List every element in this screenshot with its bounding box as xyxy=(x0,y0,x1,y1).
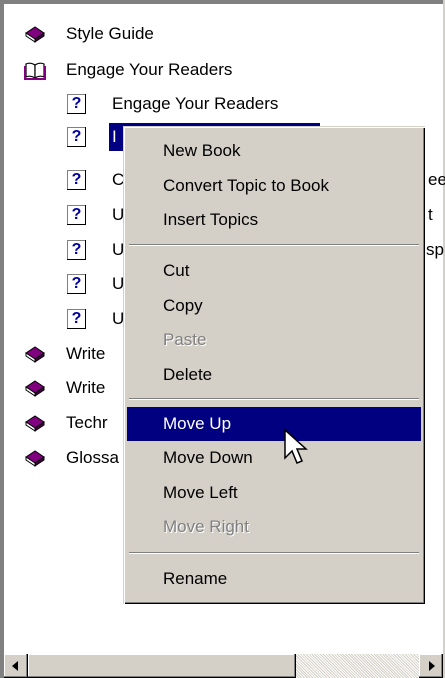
closed-book-icon xyxy=(25,415,45,432)
pane-border-top xyxy=(0,0,445,4)
menu-item-label: Paste xyxy=(163,330,207,349)
help-topic-icon: ? xyxy=(66,169,86,190)
scroll-right-button[interactable] xyxy=(419,654,443,678)
menu-item-move-left[interactable]: Move Left xyxy=(127,476,421,510)
menu-item-cut[interactable]: Cut xyxy=(127,254,421,288)
context-menu: New Book Convert Topic to Book Insert To… xyxy=(123,126,425,604)
tree-item-engage-your-readers-book[interactable]: Engage Your Readers xyxy=(24,56,424,84)
tree-item-engage-your-readers-topic[interactable]: ? Engage Your Readers xyxy=(66,90,426,118)
tree-item-label-peek: sp xyxy=(426,240,444,259)
menu-separator xyxy=(129,398,419,400)
help-topic-icon: ? xyxy=(66,204,86,225)
menu-item-label: Delete xyxy=(163,365,213,384)
menu-item-label: New Book xyxy=(163,141,241,160)
menu-item-move-right: Move Right xyxy=(127,510,421,544)
menu-item-label: Insert Topics xyxy=(163,210,259,229)
menu-item-label: Convert Topic to Book xyxy=(163,176,329,195)
arrow-left-icon xyxy=(12,661,18,671)
menu-item-move-down[interactable]: Move Down xyxy=(127,441,421,475)
topic-tree-pane: Style Guide Engage Your Readers ? Engage… xyxy=(0,0,445,678)
closed-book-icon xyxy=(25,450,45,467)
menu-item-insert-topics[interactable]: Insert Topics xyxy=(127,203,421,237)
tree-item-label-peek: ee xyxy=(428,170,445,189)
menu-item-label: Move Left xyxy=(163,483,238,502)
mouse-pointer-icon xyxy=(284,428,308,464)
tree-item-label: Style Guide xyxy=(66,24,154,43)
menu-item-label: Move Right xyxy=(163,517,249,536)
menu-item-convert-topic-to-book[interactable]: Convert Topic to Book xyxy=(127,169,421,203)
tree-item-label-peek: t xyxy=(428,205,433,224)
menu-item-label: Cut xyxy=(163,261,190,280)
menu-item-move-up[interactable]: Move Up xyxy=(127,407,421,441)
menu-item-copy[interactable]: Copy xyxy=(127,289,421,323)
tree-item-label: Techr xyxy=(66,413,108,432)
closed-book-icon xyxy=(25,26,45,43)
closed-book-icon xyxy=(25,346,45,363)
help-topic-icon: ? xyxy=(66,273,86,294)
tree-item-label: Glossa xyxy=(66,448,119,467)
tree-item-label: Engage Your Readers xyxy=(66,60,233,79)
menu-item-rename[interactable]: Rename xyxy=(127,562,421,596)
menu-item-label: Move Down xyxy=(163,448,253,467)
menu-item-delete[interactable]: Delete xyxy=(127,358,421,392)
menu-separator xyxy=(129,244,419,246)
tree-item-label: Write xyxy=(66,344,106,363)
tree-item-label: Write xyxy=(66,378,106,397)
arrow-right-icon xyxy=(429,661,435,671)
horizontal-scrollbar[interactable] xyxy=(4,654,443,678)
menu-item-new-book[interactable]: New Book xyxy=(127,134,421,168)
scroll-left-button[interactable] xyxy=(4,654,28,678)
scrollbar-thumb[interactable] xyxy=(28,654,296,678)
help-topic-icon: ? xyxy=(66,308,86,329)
menu-item-label: Move Up xyxy=(163,414,232,433)
help-topic-icon: ? xyxy=(66,239,86,260)
closed-book-icon xyxy=(25,380,45,397)
help-topic-icon: ? xyxy=(66,93,86,114)
pane-border-left xyxy=(0,0,4,678)
menu-separator xyxy=(129,552,419,554)
menu-item-label: Rename xyxy=(163,569,228,588)
menu-item-label: Copy xyxy=(163,296,203,315)
tree-item-style-guide[interactable]: Style Guide xyxy=(24,20,424,48)
menu-item-paste: Paste xyxy=(127,323,421,357)
open-book-icon xyxy=(24,62,46,80)
help-topic-icon: ? xyxy=(66,126,86,147)
tree-item-label: Engage Your Readers xyxy=(112,94,279,113)
